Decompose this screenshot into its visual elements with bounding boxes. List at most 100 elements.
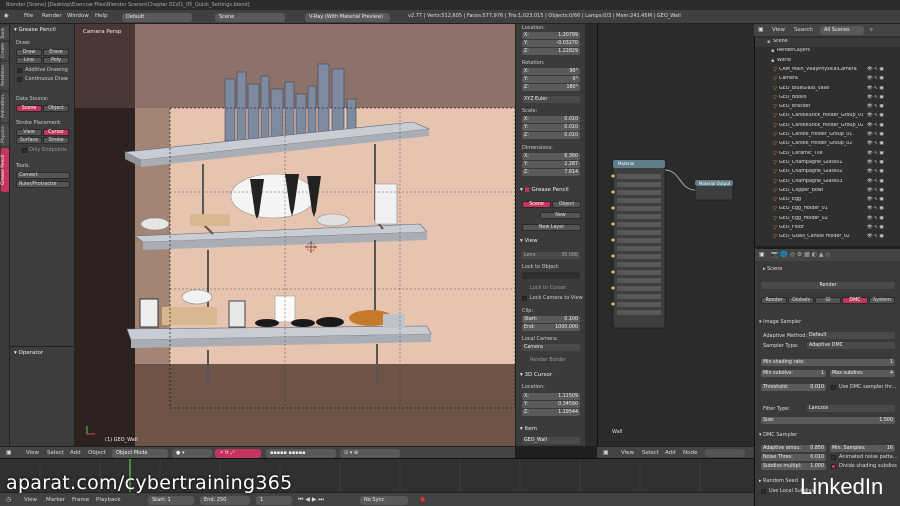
animated-noise-checkbox[interactable] [831, 455, 836, 460]
new-layer-button[interactable]: New Layer [522, 224, 581, 231]
clip-start-field[interactable]: Start: 0.100 [522, 316, 580, 323]
lock-camera-checkbox[interactable] [522, 296, 527, 301]
outliner-item[interactable]: ▪ World [755, 57, 900, 66]
poly-button[interactable]: Poly [43, 57, 69, 64]
outliner-item[interactable]: ▽ Camera 👁 ↖ ▣ [755, 75, 900, 84]
view-panel-header[interactable]: ▾ View [520, 238, 538, 244]
gp-object-button[interactable]: Object [552, 201, 581, 208]
location-z-field[interactable]: Z: 1.22829 [522, 48, 580, 55]
vp-menu-view[interactable]: View [26, 450, 39, 456]
layout-selector[interactable]: Default [122, 13, 192, 22]
rotation-y-field[interactable]: Y: 0° [522, 76, 580, 83]
placement-view-button[interactable]: View [16, 129, 42, 136]
tl-menu-marker[interactable]: Marker [46, 497, 65, 503]
node-editor[interactable]: Material Material Output Wall [597, 24, 754, 446]
node-tree-type-buttons[interactable] [705, 449, 745, 457]
ol-menu-view[interactable]: View [772, 27, 785, 33]
visibility-toggles[interactable]: 👁 ↖ ▣ [867, 123, 884, 128]
filter-type-select[interactable]: Lanczos [807, 405, 895, 412]
adaptive-method-select[interactable]: Default [807, 332, 895, 339]
search-icon[interactable]: ⌕ [870, 27, 873, 34]
outliner-item[interactable]: ▽ GEO_CandleStick_Holder_Group_01 👁 ↖ ▣ [755, 112, 900, 121]
use-dmc-checkbox[interactable] [831, 385, 836, 390]
outliner-item[interactable]: ▽ GEO_Copper_Bowl 👁 ↖ ▣ [755, 187, 900, 196]
props-type-icon[interactable]: ▣ [759, 251, 765, 258]
visibility-toggles[interactable]: 👁 ↖ ▣ [867, 179, 884, 184]
3d-viewport[interactable]: Camera Persp (1) GEO_Wall [75, 24, 515, 446]
dimension-x-field[interactable]: X: 6.360 [522, 153, 580, 160]
scene-selector[interactable]: Scene [215, 13, 285, 22]
source-object-button[interactable]: Object [43, 105, 69, 112]
output-node-title[interactable]: Material Output [699, 181, 730, 186]
outliner-item[interactable]: ▽ GEO_Ceramic_Tile 👁 ↖ ▣ [755, 150, 900, 159]
tl-menu-view[interactable]: View [24, 497, 37, 503]
visibility-toggles[interactable]: 👁 ↖ ▣ [867, 132, 884, 137]
min-shading-rate-field[interactable]: Min shading rate: 1 [761, 359, 895, 366]
lock-object-field[interactable] [522, 272, 580, 279]
subdivs-mult-field[interactable]: Subdivs multipl: 1.000 [761, 463, 826, 470]
playback-controls[interactable]: ⏮ ◀ ▶ ⏭ [298, 496, 324, 504]
tab-grease-pencil[interactable]: Grease Pencil [1, 148, 9, 192]
editor-type-icon[interactable]: ▣ [6, 449, 12, 456]
scale-z-field[interactable]: Z: 0.010 [522, 132, 580, 139]
visibility-toggles[interactable]: 👁 ↖ ▣ [867, 160, 884, 165]
visibility-toggles[interactable]: 👁 ↖ ▣ [867, 86, 884, 91]
tab-relations[interactable]: Relations [1, 62, 9, 90]
gp-scene-button[interactable]: Scene [522, 201, 551, 208]
ol-menu-search[interactable]: Search [794, 27, 813, 33]
vp-menu-select[interactable]: Select [47, 450, 64, 456]
gp-panel-header[interactable]: ▾ ■ Grease Pencil [520, 187, 569, 193]
outliner-item[interactable]: ▽ GEO_Champagne_Glass03 👁 ↖ ▣ [755, 178, 900, 187]
manipulator-buttons[interactable]: ↗ ⟳ ⤢ [215, 449, 261, 458]
max-subdivs-field[interactable]: Max subdivs: 4 [830, 370, 895, 377]
ne-menu-select[interactable]: Select [642, 450, 659, 456]
dimension-y-field[interactable]: Y: 2.287 [522, 161, 580, 168]
rotation-z-field[interactable]: Z: 180° [522, 84, 580, 91]
scale-x-field[interactable]: X: 0.010 [522, 116, 580, 123]
outliner-item[interactable]: ▽ GEO_Egg_Holder_02 👁 ↖ ▣ [755, 215, 900, 224]
tab-system[interactable]: System [869, 297, 895, 304]
dmc-sampler-header[interactable]: ▾ DMC Sampler [759, 432, 797, 438]
display-mode-select[interactable]: All Scenes [820, 26, 864, 35]
visibility-toggles[interactable]: 👁 ↖ ▣ [867, 169, 884, 174]
outliner-item[interactable]: ▽ GEO_Candle_Holder_Group_01 👁 ↖ ▣ [755, 131, 900, 140]
record-icon[interactable]: ● [420, 496, 425, 503]
layer-buttons[interactable]: ▪▪▪▪▪ ▪▪▪▪▪ [266, 449, 336, 458]
visibility-toggles[interactable]: 👁 ↖ ▣ [867, 95, 884, 100]
clip-end-field[interactable]: End: 1000.000 [522, 324, 580, 331]
location-y-field[interactable]: Y: -0.03270 [522, 40, 580, 47]
location-x-field[interactable]: X: 1.20799 [522, 32, 580, 39]
local-camera-field[interactable]: Camera [522, 344, 580, 351]
visibility-toggles[interactable]: 👁 ↖ ▣ [867, 188, 884, 193]
visibility-toggles[interactable]: 👁 ↖ ▣ [867, 216, 884, 221]
visibility-toggles[interactable]: 👁 ↖ ▣ [867, 113, 884, 118]
object-mode-selector[interactable]: Object Mode [112, 449, 168, 458]
outliner-item[interactable]: ▪ RenderLayers [755, 47, 900, 56]
start-frame-field[interactable]: Start: 1 [148, 496, 194, 505]
outliner-type-icon[interactable]: ▣ [758, 26, 764, 33]
cursor-y-field[interactable]: Y: 0.34590 [522, 401, 580, 408]
snap-buttons[interactable]: ⊙ ▾ ⊕ [340, 449, 400, 458]
tab-tools[interactable]: Tools [1, 26, 9, 40]
visibility-toggles[interactable]: 👁 ↖ ▣ [867, 67, 884, 72]
tab-physics[interactable]: Physics [1, 124, 9, 146]
sync-mode-select[interactable]: No Sync [360, 496, 408, 505]
sampler-type-select[interactable]: Adaptive DMC [807, 342, 895, 349]
random-seed-header[interactable]: ▸ Random Seed [759, 478, 798, 484]
outliner-item[interactable]: ▽ GEO_Egg_Holder_01 👁 ↖ ▣ [755, 205, 900, 214]
outliner-item[interactable]: ▽ GEO_Champagne_Glass02 👁 ↖ ▣ [755, 168, 900, 177]
material-node-title[interactable]: Material [618, 161, 634, 166]
source-scene-button[interactable]: Scene [16, 105, 42, 112]
tab-animation[interactable]: Animation [1, 92, 9, 122]
visibility-toggles[interactable]: 👁 ↖ ▣ [867, 104, 884, 109]
visibility-toggles[interactable]: 👁 ↖ ▣ [867, 76, 884, 81]
end-frame-field[interactable]: End: 250 [200, 496, 250, 505]
ne-menu-view[interactable]: View [621, 450, 634, 456]
timeline-type-icon[interactable]: ◷ [6, 496, 11, 503]
shading-selector[interactable]: ● ▾ [172, 449, 212, 458]
menu-window[interactable]: Window [67, 13, 89, 19]
filter-size-field[interactable]: Size: 1.500 [761, 417, 895, 424]
cursor-z-field[interactable]: Z: 1.19544 [522, 409, 580, 416]
divide-shading-checkbox[interactable] [831, 464, 836, 469]
rotation-x-field[interactable]: X: 90° [522, 68, 580, 75]
